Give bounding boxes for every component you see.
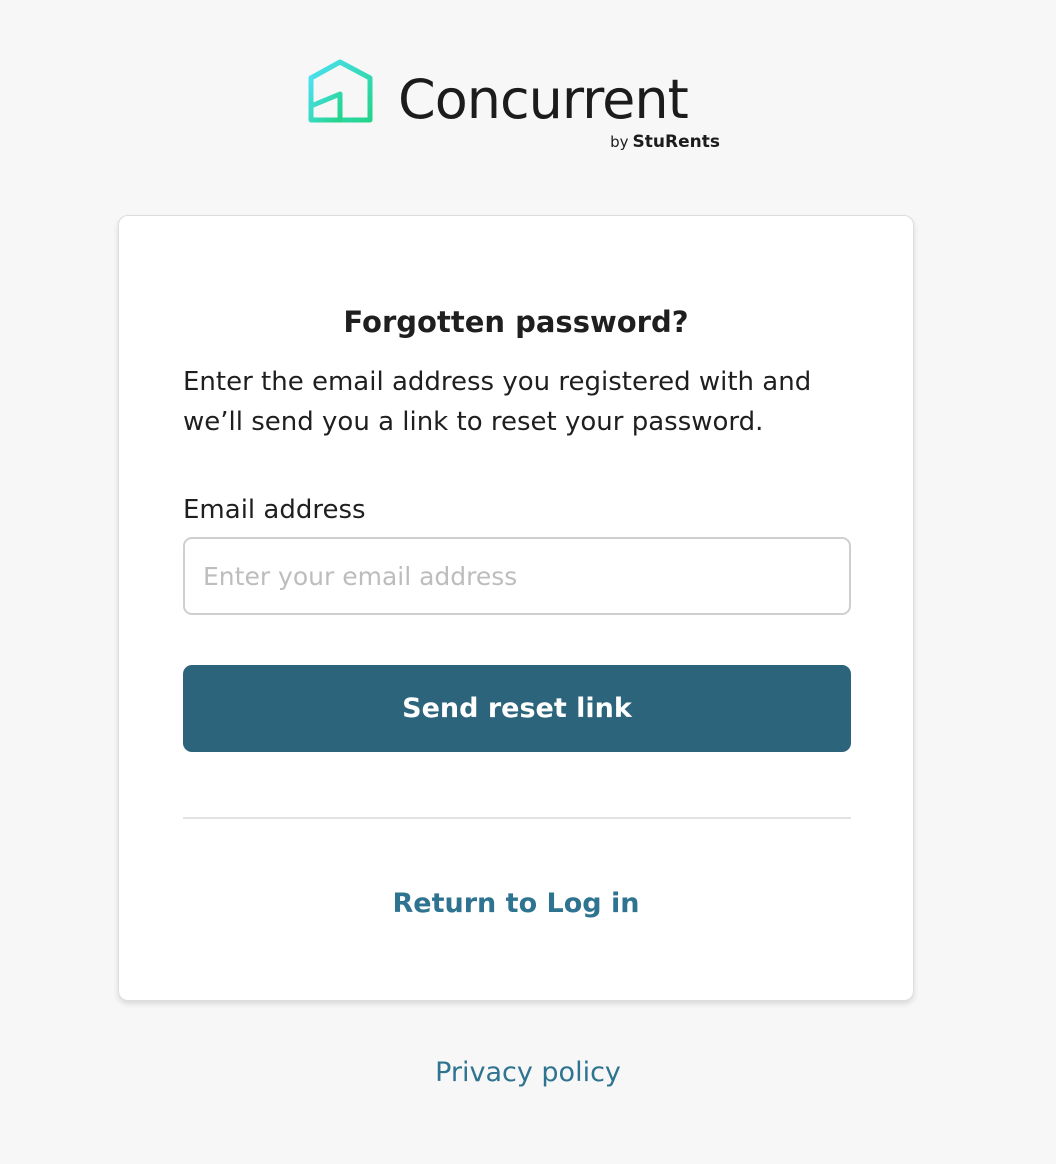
logo-byline: by StuRents [610, 131, 720, 153]
email-label: Email address [183, 495, 366, 525]
logo: Concurrent by StuRents [306, 58, 726, 158]
logo-by-text: by [610, 133, 629, 151]
logo-wordmark: Concurrent [398, 68, 689, 131]
logo-brand-text: StuRents [632, 132, 720, 152]
reset-password-card: Forgotten password? Enter the email addr… [118, 215, 914, 1001]
privacy-policy-link[interactable]: Privacy policy [0, 1053, 1056, 1093]
page-title: Forgotten password? [343, 305, 689, 339]
instructions-text: Enter the email address you registered w… [183, 367, 812, 437]
house-icon [308, 59, 373, 123]
send-reset-link-button[interactable]: Send reset link [183, 665, 851, 752]
divider [183, 817, 851, 819]
email-field[interactable] [183, 537, 851, 615]
return-to-login-link[interactable]: Return to Log in [119, 884, 913, 924]
